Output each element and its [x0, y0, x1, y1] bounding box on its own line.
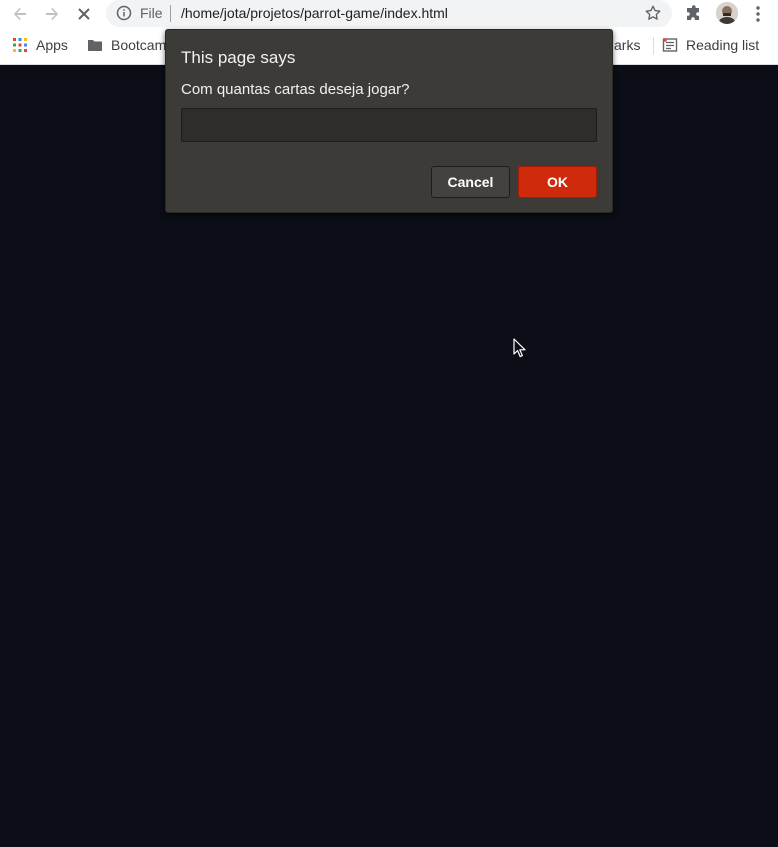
address-bar[interactable]: File /home/jota/projetos/parrot-game/ind… [106, 0, 672, 27]
browser-toolbar: File /home/jota/projetos/parrot-game/ind… [0, 0, 778, 28]
bookmark-label: arks [614, 37, 641, 53]
mouse-cursor-icon [513, 338, 526, 358]
omnibox-divider [170, 5, 171, 22]
forward-button[interactable] [40, 2, 64, 26]
scheme-label: File [140, 5, 163, 21]
bookmark-label: Bootcam [111, 37, 167, 53]
close-icon [78, 8, 90, 20]
avatar-photo-icon [716, 2, 738, 24]
ok-button[interactable]: OK [518, 166, 597, 198]
bookmark-apps[interactable]: Apps [12, 37, 68, 53]
url-text[interactable]: /home/jota/projetos/parrot-game/index.ht… [181, 5, 448, 21]
forward-arrow-icon [46, 7, 59, 21]
back-arrow-icon [13, 7, 26, 21]
apps-grid-icon [13, 38, 27, 52]
extensions-puzzle-icon[interactable] [684, 4, 704, 24]
back-button[interactable] [8, 2, 32, 26]
bookmarks-divider [653, 37, 654, 55]
dialog-title: This page says [181, 48, 296, 67]
bookmark-other-bookmarks[interactable]: arks [614, 37, 640, 53]
bookmark-reading-list[interactable]: Reading list [662, 37, 759, 53]
cancel-button[interactable]: Cancel [431, 166, 510, 198]
info-icon[interactable] [116, 5, 132, 21]
stop-loading-button[interactable] [72, 2, 96, 26]
dialog-message: Com quantas cartas deseja jogar? [181, 81, 410, 98]
reading-list-icon [662, 38, 678, 52]
bookmark-label: Apps [36, 37, 68, 53]
profile-avatar[interactable] [716, 2, 738, 24]
bookmark-label: Reading list [686, 37, 760, 53]
bookmark-bootcamp-folder[interactable]: Bootcam [87, 37, 166, 53]
more-menu-icon[interactable] [750, 4, 766, 24]
folder-icon [88, 40, 102, 51]
prompt-dialog: This page says Com quantas cartas deseja… [165, 29, 613, 213]
bookmark-star-icon[interactable] [644, 4, 662, 22]
prompt-input[interactable] [181, 108, 597, 142]
